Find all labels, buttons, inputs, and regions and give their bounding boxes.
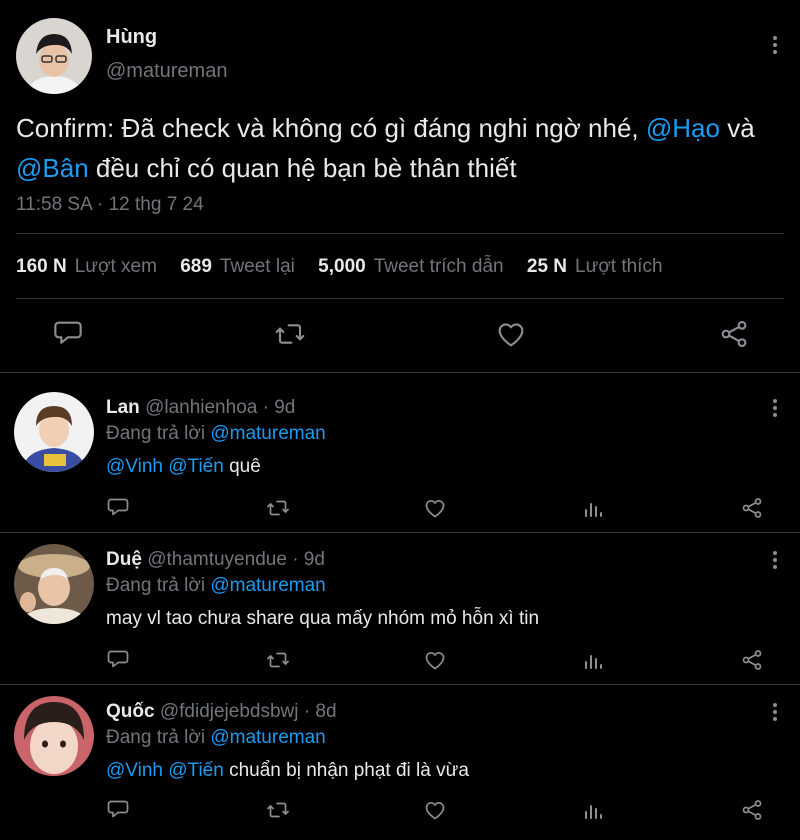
avatar[interactable] [14,392,94,472]
replying-to-label: Đang trả lời [106,575,211,596]
mention-link[interactable]: @matureman [210,423,325,444]
replying-to-label: Đang trả lời [106,727,211,748]
reply-author-handle[interactable]: @fdidjejebdsbwj [160,701,299,722]
tweet-text-part: và [719,113,755,143]
analytics-icon[interactable] [581,496,605,520]
tweet-text: Confirm: Đã check và không có gì đáng ng… [16,108,786,188]
views-count[interactable]: 160 N [16,256,67,277]
reply-icon[interactable] [106,798,130,822]
more-options-icon[interactable] [772,551,778,569]
quotes-label[interactable]: Tweet trích dẫn [374,256,504,277]
mention-link[interactable]: @matureman [210,575,325,596]
analytics-icon[interactable] [581,648,605,672]
retweet-icon[interactable] [266,648,290,672]
share-icon[interactable] [740,798,764,822]
retweets-count[interactable]: 689 [180,256,212,277]
like-icon[interactable] [423,798,447,822]
reply-author-name[interactable]: Quốc [106,701,155,722]
like-icon[interactable] [423,496,447,520]
author-name[interactable]: Hùng [106,26,157,49]
retweet-icon[interactable] [274,318,306,350]
replying-to: Đang trả lời @matureman [106,575,326,597]
retweet-icon[interactable] [266,496,290,520]
mention-link[interactable]: @matureman [210,727,325,748]
more-options-icon[interactable] [772,703,778,721]
reply-text-body: quê [223,456,261,477]
share-icon[interactable] [740,648,764,672]
analytics-icon[interactable] [581,798,605,822]
reply-icon[interactable] [106,648,130,672]
reply-author-handle[interactable]: @lanhienhoa [145,397,257,418]
reply-text-body: may vl tao chưa share qua mấy nhóm mỏ hỗ… [106,608,540,629]
reply-author-name[interactable]: Lan [106,397,140,418]
reply-age[interactable]: · 9d [263,397,296,418]
divider [16,233,784,234]
avatar[interactable] [14,696,94,776]
share-icon[interactable] [718,318,750,350]
reply-icon[interactable] [52,318,84,350]
mention-link[interactable]: @Hạo [646,113,720,143]
tweet-text-part: đều chỉ có quan hệ bạn bè thân thiết [88,153,517,183]
reply-author-name[interactable]: Duệ [106,549,142,570]
reply-header: Lan @lanhienhoa · 9d [106,397,295,419]
reply-icon[interactable] [106,496,130,520]
replying-to: Đang trả lời @matureman [106,423,326,445]
divider [16,298,784,299]
views-label[interactable]: Lượt xem [75,256,157,277]
reply-text: @Vinh @Tiến quê [106,456,261,478]
author-handle[interactable]: @matureman [106,60,227,83]
replying-to-label: Đang trả lời [106,423,211,444]
more-options-icon[interactable] [772,36,778,54]
mention-link[interactable]: @Vinh @Tiến [106,760,224,781]
likes-label[interactable]: Lượt thích [575,256,663,277]
reply-tweet[interactable]: Duệ @thamtuyendue · 9d Đang trả lời @mat… [0,532,800,684]
like-icon[interactable] [495,318,527,350]
mention-link[interactable]: @Vinh @Tiến [106,456,224,477]
tweet-text-part: Confirm: Đã check và không có gì đáng ng… [16,113,646,143]
reply-age[interactable]: · 9d [292,549,325,570]
replying-to: Đang trả lời @matureman [106,727,326,749]
reply-age[interactable]: · 8d [304,701,337,722]
reply-text-body: chuẩn bị nhận phạt đi là vừa [223,760,469,781]
more-options-icon[interactable] [772,399,778,417]
tweet-stats: 160 N Lượt xem 689 Tweet lại 5,000 Tweet tr… [16,256,681,278]
reply-author-handle[interactable]: @thamtuyendue [147,549,287,570]
reply-text: @Vinh @Tiến chuẩn bị nhận phạt đi là vừa [106,760,469,782]
reply-text: may vl tao chưa share qua mấy nhóm mỏ hỗ… [106,608,539,630]
quotes-count[interactable]: 5,000 [318,256,366,277]
retweet-icon[interactable] [266,798,290,822]
like-icon[interactable] [423,648,447,672]
reply-tweet[interactable]: Quốc @fdidjejebdsbwj · 8d Đang trả lời @… [0,684,800,840]
retweets-label[interactable]: Tweet lại [220,256,295,277]
likes-count[interactable]: 25 N [527,256,567,277]
share-icon[interactable] [740,496,764,520]
avatar[interactable] [16,18,92,94]
reply-header: Duệ @thamtuyendue · 9d [106,549,325,571]
avatar[interactable] [14,544,94,624]
reply-tweet[interactable]: Lan @lanhienhoa · 9d Đang trả lời @matur… [0,372,800,532]
timestamp[interactable]: 11:58 SA · 12 thg 7 24 [16,194,204,216]
reply-header: Quốc @fdidjejebdsbwj · 8d [106,701,337,723]
mention-link[interactable]: @Bân [16,153,89,183]
